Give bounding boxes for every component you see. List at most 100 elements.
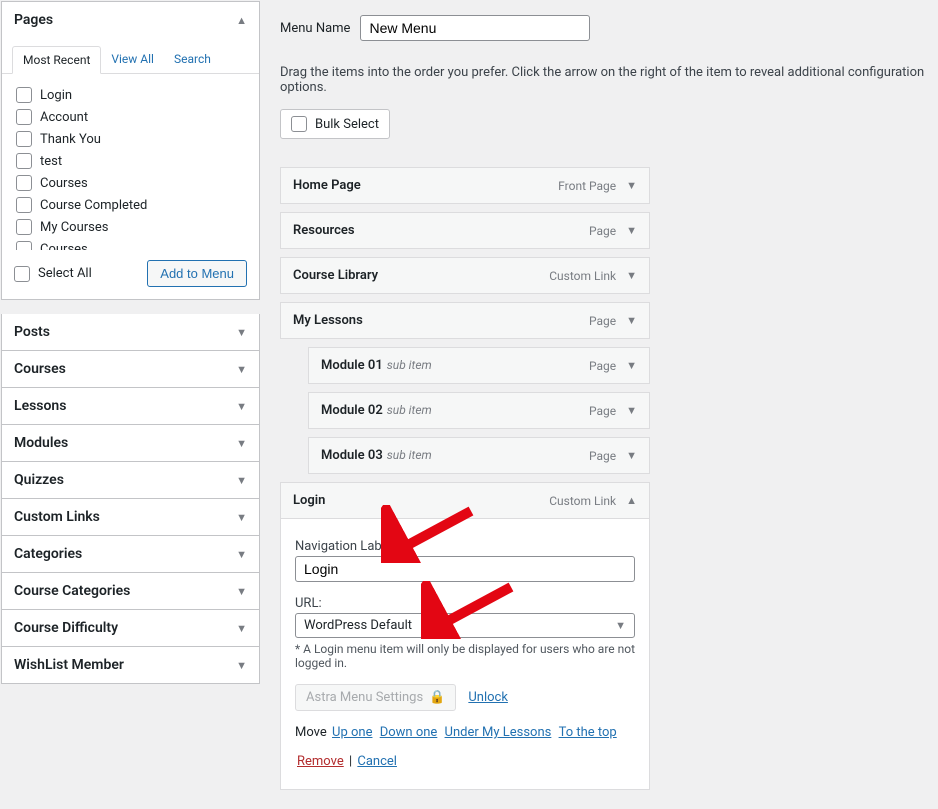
- metabox-wishlist-member-header[interactable]: WishList Member ▼: [2, 647, 259, 683]
- url-field-label: URL:: [295, 596, 635, 611]
- menu-name-label: Menu Name: [280, 21, 350, 36]
- checkbox-select-all[interactable]: [14, 266, 30, 282]
- menu-item-type: Page: [589, 314, 616, 328]
- metabox-posts: Posts ▼: [1, 314, 260, 351]
- list-item-label: Courses: [40, 176, 88, 191]
- menu-name-input[interactable]: [360, 15, 590, 41]
- metabox-categories-header[interactable]: Categories ▼: [2, 536, 259, 572]
- pages-actions: Select All Add to Menu: [2, 250, 259, 299]
- list-item[interactable]: test: [16, 150, 245, 172]
- tab-most-recent[interactable]: Most Recent: [12, 46, 101, 74]
- list-item[interactable]: Courses: [16, 172, 245, 194]
- url-select[interactable]: WordPress Default ▼: [295, 613, 635, 638]
- remove-row: Remove | Cancel: [295, 754, 635, 769]
- metabox-modules-header[interactable]: Modules ▼: [2, 425, 259, 461]
- menu-item-type: Page: [589, 359, 616, 373]
- nav-label-field-label: Navigation Label: [295, 539, 635, 554]
- menu-item-login-body: Navigation Label URL: WordPress Default …: [281, 519, 649, 775]
- metabox-courses-header[interactable]: Courses ▼: [2, 351, 259, 387]
- move-down-one-link[interactable]: Down one: [380, 725, 438, 740]
- metabox-lessons: Lessons ▼: [1, 388, 260, 425]
- sidebar: Pages ▲ Most Recent View All Search Logi…: [1, 1, 260, 808]
- menu-item-login-open: Login Custom Link ▲ Navigation Label URL…: [280, 482, 650, 790]
- chevron-down-icon: ▼: [236, 474, 247, 487]
- checkbox[interactable]: [16, 241, 32, 250]
- menu-item-course-library[interactable]: Course Library Custom Link ▼: [280, 257, 650, 294]
- add-to-menu-button[interactable]: Add to Menu: [147, 260, 247, 287]
- chevron-down-icon[interactable]: ▼: [626, 224, 637, 237]
- bulk-select-toggle[interactable]: Bulk Select: [280, 109, 390, 139]
- metabox-title: WishList Member: [14, 657, 124, 673]
- metabox-lessons-header[interactable]: Lessons ▼: [2, 388, 259, 424]
- move-up-one-link[interactable]: Up one: [332, 725, 372, 740]
- checkbox-bulk-select[interactable]: [291, 116, 307, 132]
- chevron-down-icon: ▼: [236, 622, 247, 635]
- metabox-pages-header[interactable]: Pages ▲: [2, 2, 259, 38]
- chevron-down-icon[interactable]: ▼: [626, 269, 637, 282]
- metabox-custom-links-header[interactable]: Custom Links ▼: [2, 499, 259, 535]
- checkbox[interactable]: [16, 109, 32, 125]
- chevron-down-icon[interactable]: ▼: [626, 314, 637, 327]
- menu-item-title: Home Page: [293, 178, 361, 193]
- chevron-down-icon[interactable]: ▼: [626, 179, 637, 192]
- tab-search[interactable]: Search: [164, 46, 221, 73]
- checkbox[interactable]: [16, 153, 32, 169]
- metabox-categories: Categories ▼: [1, 536, 260, 573]
- checkbox[interactable]: [16, 87, 32, 103]
- list-item[interactable]: Thank You: [16, 128, 245, 150]
- metabox-title: Posts: [14, 324, 50, 340]
- checkbox[interactable]: [16, 175, 32, 191]
- menu-item-title: Course Library: [293, 268, 378, 283]
- bulk-select-label: Bulk Select: [315, 117, 379, 132]
- metabox-course-categories-header[interactable]: Course Categories ▼: [2, 573, 259, 609]
- metabox-course-difficulty: Course Difficulty ▼: [1, 610, 260, 647]
- chevron-down-icon[interactable]: ▼: [626, 404, 637, 417]
- chevron-down-icon: ▼: [236, 511, 247, 524]
- chevron-up-icon[interactable]: ▲: [626, 494, 637, 507]
- checkbox[interactable]: [16, 131, 32, 147]
- metabox-title: Modules: [14, 435, 68, 451]
- menu-item-module-03[interactable]: Module 03sub item Page▼: [308, 437, 650, 474]
- menu-item-resources[interactable]: Resources Page▼: [280, 212, 650, 249]
- menu-item-type: Front Page: [558, 179, 616, 193]
- metabox-course-difficulty-header[interactable]: Course Difficulty ▼: [2, 610, 259, 646]
- menu-name-row: Menu Name: [280, 1, 937, 55]
- metabox-posts-header[interactable]: Posts ▼: [2, 314, 259, 350]
- checkbox[interactable]: [16, 197, 32, 213]
- chevron-down-icon[interactable]: ▼: [626, 359, 637, 372]
- lock-icon: 🔒: [429, 690, 445, 705]
- metabox-courses: Courses ▼: [1, 351, 260, 388]
- chevron-down-icon: ▼: [236, 659, 247, 672]
- menu-item-module-01[interactable]: Module 01sub item Page▼: [308, 347, 650, 384]
- tab-view-all[interactable]: View All: [101, 46, 164, 73]
- menu-item-home-page[interactable]: Home Page Front Page ▼: [280, 167, 650, 204]
- cancel-link[interactable]: Cancel: [357, 754, 397, 769]
- move-label: Move: [295, 725, 327, 740]
- list-item[interactable]: Login: [16, 84, 245, 106]
- list-item[interactable]: Account: [16, 106, 245, 128]
- menu-item-title: Module 01: [321, 358, 383, 373]
- checkbox[interactable]: [16, 219, 32, 235]
- menu-item-module-02[interactable]: Module 02sub item Page▼: [308, 392, 650, 429]
- chevron-down-icon[interactable]: ▼: [626, 449, 637, 462]
- list-item[interactable]: Courses: [16, 238, 245, 250]
- metabox-wishlist-member: WishList Member ▼: [1, 647, 260, 684]
- unlock-link[interactable]: Unlock: [468, 690, 508, 705]
- menu-item-title: Module 02: [321, 403, 383, 418]
- menu-item-type: Custom Link: [549, 494, 616, 508]
- menu-item-type: Page: [589, 404, 616, 418]
- move-to-top-link[interactable]: To the top: [559, 725, 617, 740]
- remove-link[interactable]: Remove: [297, 754, 344, 769]
- menu-item-my-lessons[interactable]: My Lessons Page▼: [280, 302, 650, 339]
- menu-item-type: Custom Link: [549, 269, 616, 283]
- metabox-quizzes-header[interactable]: Quizzes ▼: [2, 462, 259, 498]
- list-item-label: test: [40, 154, 62, 169]
- list-item[interactable]: Course Completed: [16, 194, 245, 216]
- nav-label-input[interactable]: [295, 556, 635, 582]
- pages-checklist[interactable]: Login Account Thank You test Courses Cou…: [2, 74, 259, 250]
- move-under-link[interactable]: Under My Lessons: [445, 725, 552, 740]
- menu-structure: Home Page Front Page ▼ Resources Page▼ Co…: [280, 139, 680, 808]
- list-item[interactable]: My Courses: [16, 216, 245, 238]
- menu-item-login-header[interactable]: Login Custom Link ▲: [281, 483, 649, 519]
- list-item-label: Courses: [40, 242, 88, 251]
